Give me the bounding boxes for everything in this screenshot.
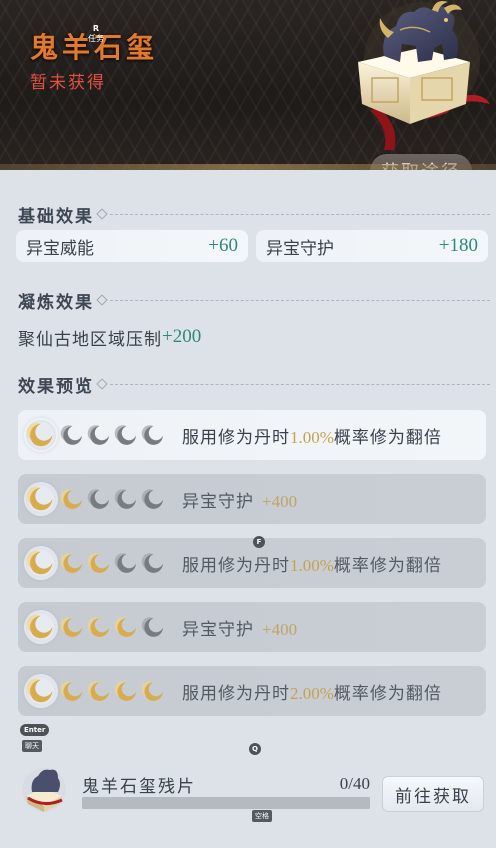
moon-filled-icon (87, 615, 112, 640)
moon-filled-icon (60, 679, 85, 704)
effect-prefix: 服用修为丹时 (182, 555, 290, 576)
moon-empty-icon (141, 487, 166, 512)
refine-effects-heading: 凝炼效果 (18, 288, 490, 313)
preview-row: 异宝守护 +400 (18, 602, 486, 652)
stat-guard: 异宝守护 +180 (256, 230, 488, 262)
stat-power: 异宝威能 +60 (16, 230, 248, 262)
moon-empty-icon (114, 551, 139, 576)
moon-empty-icon (141, 423, 166, 448)
moon-empty-icon (60, 423, 85, 448)
preview-title: 效果预览 (18, 376, 94, 397)
enter-key-label: 聊天 (22, 740, 42, 752)
effect-prefix: 异宝守护 (182, 619, 254, 640)
preview-row: 服用修为丹时2.00%概率修为翻倍 (18, 666, 486, 716)
effect-value: 1.00% (290, 555, 334, 575)
fragment-name: 鬼羊石玺残片 (82, 777, 196, 797)
stat-guard-value: +180 (438, 235, 478, 256)
moon-empty-icon (141, 615, 166, 640)
refine-level-indicator (26, 676, 176, 706)
preview-effect-text: 异宝守护 +400 (182, 615, 297, 640)
base-effects-heading: 基础效果 (18, 202, 490, 227)
item-status: 暂未获得 (30, 73, 106, 93)
moon-empty-icon (141, 551, 166, 576)
preview-effect-text: 服用修为丹时1.00%概率修为翻倍 (182, 551, 442, 576)
moon-filled-icon (26, 676, 56, 706)
preview-effect-text: 服用修为丹时1.00%概率修为翻倍 (182, 423, 442, 448)
effect-suffix: 概率修为翻倍 (333, 555, 442, 576)
moon-filled-icon (26, 548, 56, 578)
effect-value: +400 (262, 619, 298, 639)
preview-row: 服用修为丹时1.00%概率修为翻倍 (18, 538, 486, 588)
enter-key-icon: Enter (20, 724, 50, 736)
heading-divider (96, 208, 490, 220)
preview-effect-text: 服用修为丹时2.00%概率修为翻倍 (182, 679, 442, 704)
stat-power-value: +60 (208, 235, 238, 256)
heading-divider (96, 294, 490, 306)
refine-level-indicator (26, 612, 176, 642)
effect-value: 2.00% (290, 683, 334, 703)
preview-effect-text: 异宝守护 +400 (182, 487, 297, 512)
moon-empty-icon (87, 423, 112, 448)
moon-filled-icon (26, 612, 56, 642)
refine-effects-title: 凝炼效果 (18, 292, 94, 313)
preview-row: 异宝守护 +400 (18, 474, 486, 524)
go-obtain-button[interactable]: 前往获取 (382, 776, 484, 812)
effect-suffix: 概率修为翻倍 (333, 427, 442, 448)
moon-empty-icon (114, 423, 139, 448)
item-header: 鬼羊石玺 暂未获得 R 任务 获取途径 (0, 0, 496, 170)
base-effects-title: 基础效果 (18, 206, 94, 227)
obtain-source-button[interactable]: 获取途径 (370, 154, 472, 170)
q-key-icon: Q (249, 743, 261, 755)
f-key-icon: F (253, 536, 265, 548)
preview-row: 服用修为丹时1.00%概率修为翻倍 (18, 410, 486, 460)
fragment-progress-bar (82, 797, 370, 809)
fragment-count: 0/40 (339, 774, 370, 793)
moon-filled-icon (114, 615, 139, 640)
moon-filled-icon (60, 615, 85, 640)
refine-level-indicator (26, 420, 176, 450)
moon-filled-icon (87, 551, 112, 576)
stat-power-label: 异宝威能 (26, 238, 94, 259)
effect-value: 1.00% (290, 427, 334, 447)
effect-prefix: 服用修为丹时 (182, 683, 290, 704)
effect-value: +400 (262, 491, 298, 511)
refine-effect-line: 聚仙古地区域压制 +200 (18, 322, 201, 352)
moon-filled-icon (87, 679, 112, 704)
moon-filled-icon (141, 679, 166, 704)
preview-heading: 效果预览 (18, 372, 490, 397)
moon-empty-icon (114, 487, 139, 512)
moon-filled-icon (26, 484, 56, 514)
refine-effect-label: 聚仙古地区域压制 (18, 329, 162, 350)
space-key-label: 空格 (252, 810, 272, 822)
effect-suffix: 概率修为翻倍 (333, 683, 442, 704)
refine-effect-value: +200 (162, 326, 202, 347)
moon-filled-icon (26, 420, 56, 450)
item-statue-image (358, 1, 490, 150)
r-key-label: 任务 (88, 34, 104, 43)
stat-guard-label: 异宝守护 (266, 238, 334, 259)
effect-prefix: 服用修为丹时 (182, 427, 290, 448)
refine-level-indicator (26, 548, 176, 578)
moon-empty-icon (87, 487, 112, 512)
moon-filled-icon (114, 679, 139, 704)
effect-prefix: 异宝守护 (182, 491, 254, 512)
fragment-icon (22, 768, 66, 812)
key-hint-r: R 任务 (88, 24, 104, 44)
moon-filled-icon (60, 551, 85, 576)
r-key-icon: R (92, 24, 100, 33)
refine-level-indicator (26, 484, 176, 514)
heading-divider (96, 378, 490, 390)
moon-filled-icon (60, 487, 85, 512)
